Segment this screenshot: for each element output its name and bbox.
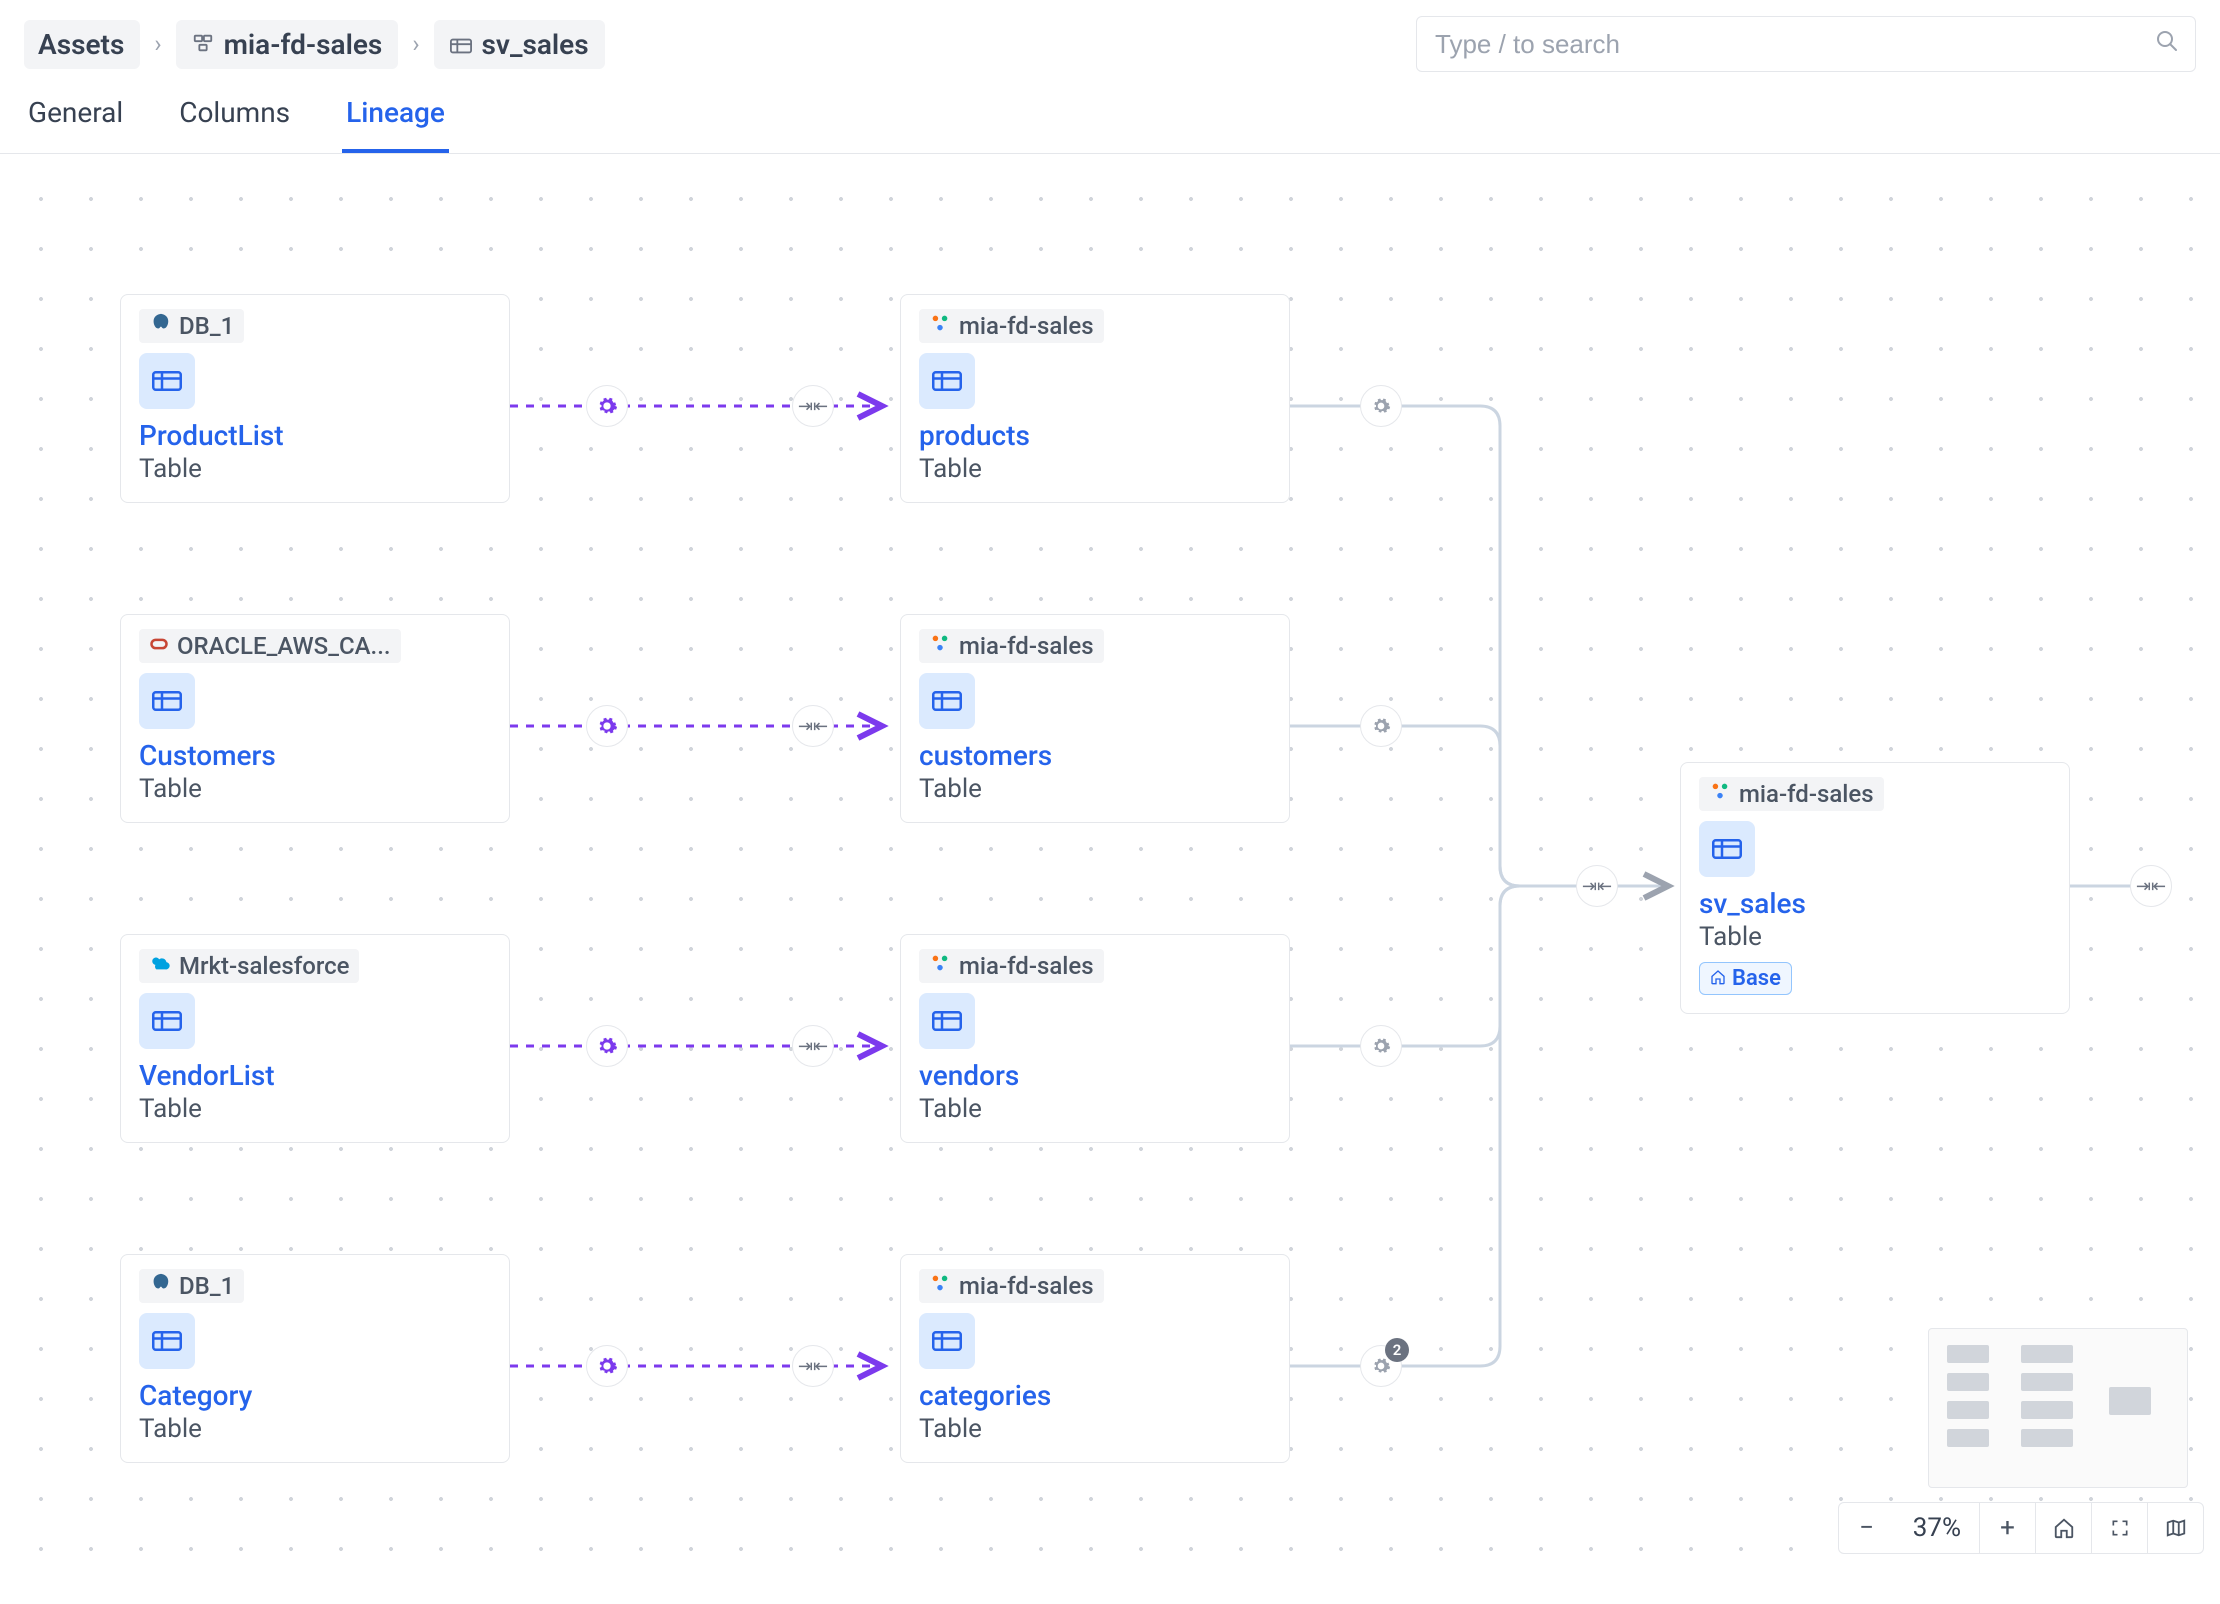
- node-title: products: [919, 419, 1271, 452]
- table-icon: [139, 353, 195, 409]
- home-button[interactable]: [2035, 1503, 2091, 1553]
- schema-color-icon: [1709, 780, 1731, 808]
- node-source-label: DB_1: [179, 312, 234, 340]
- chevron-right-icon: ›: [154, 30, 161, 58]
- join-icon[interactable]: ⇥⇤: [792, 1345, 834, 1387]
- count-badge: 2: [1385, 1338, 1409, 1362]
- lineage-node-productlist[interactable]: DB_1 ProductList Table: [120, 294, 510, 503]
- node-title: Category: [139, 1379, 491, 1412]
- breadcrumb: Assets › mia-fd-sales › sv_sales: [24, 20, 605, 69]
- join-icon[interactable]: ⇥⇤: [792, 705, 834, 747]
- node-source-label: mia-fd-sales: [959, 312, 1094, 340]
- search-box[interactable]: [1416, 16, 2196, 72]
- transform-gear-icon[interactable]: [586, 1345, 628, 1387]
- table-icon: [450, 28, 472, 61]
- breadcrumb-leaf[interactable]: sv_sales: [434, 20, 605, 69]
- lineage-node-customers-source[interactable]: ORACLE_AWS_CA... Customers Table: [120, 614, 510, 823]
- schema-color-icon: [929, 952, 951, 980]
- transform-gear-icon[interactable]: [586, 705, 628, 747]
- table-icon: [1699, 821, 1755, 877]
- tab-general[interactable]: General: [24, 80, 127, 153]
- node-title: ProductList: [139, 419, 491, 452]
- node-title: customers: [919, 739, 1271, 772]
- base-badge: Base: [1699, 962, 1792, 995]
- table-icon: [139, 993, 195, 1049]
- zoom-out-button[interactable]: −: [1839, 1503, 1895, 1553]
- transform-gear-icon[interactable]: [586, 1025, 628, 1067]
- schema-color-icon: [929, 312, 951, 340]
- pipeline-gear-icon[interactable]: [1360, 705, 1402, 747]
- table-icon: [919, 673, 975, 729]
- breadcrumb-leaf-label: sv_sales: [482, 28, 589, 61]
- lineage-node-category[interactable]: DB_1 Category Table: [120, 1254, 510, 1463]
- lineage-node-categories[interactable]: mia-fd-sales categories Table: [900, 1254, 1290, 1463]
- node-type: Table: [1699, 922, 2051, 952]
- oracle-icon: [149, 632, 169, 660]
- schema-color-icon: [929, 632, 951, 660]
- node-source-label: mia-fd-sales: [1739, 780, 1874, 808]
- node-type: Table: [919, 1094, 1271, 1124]
- base-badge-label: Base: [1732, 966, 1781, 991]
- node-source-label: mia-fd-sales: [959, 952, 1094, 980]
- node-source-label: mia-fd-sales: [959, 632, 1094, 660]
- pipeline-gear-icon[interactable]: [1360, 1025, 1402, 1067]
- table-icon: [139, 673, 195, 729]
- header-bar: Assets › mia-fd-sales › sv_sales: [0, 0, 2220, 80]
- expand-downstream-icon[interactable]: ⇥⇤: [2130, 865, 2172, 907]
- join-icon[interactable]: ⇥⇤: [792, 385, 834, 427]
- node-title: VendorList: [139, 1059, 491, 1092]
- node-title: vendors: [919, 1059, 1271, 1092]
- tab-lineage[interactable]: Lineage: [342, 80, 449, 153]
- lineage-node-sv-sales[interactable]: mia-fd-sales sv_sales Table Base: [1680, 762, 2070, 1014]
- search-icon: [2155, 29, 2179, 60]
- node-source-label: mia-fd-sales: [959, 1272, 1094, 1300]
- postgres-icon: [149, 312, 171, 340]
- lineage-node-customers[interactable]: mia-fd-sales customers Table: [900, 614, 1290, 823]
- schema-color-icon: [929, 1272, 951, 1300]
- node-type: Table: [139, 454, 491, 484]
- node-title: sv_sales: [1699, 887, 2051, 920]
- tabs: General Columns Lineage: [0, 80, 2220, 154]
- node-source-label: Mrkt-salesforce: [179, 952, 349, 980]
- fullscreen-button[interactable]: [2091, 1503, 2147, 1553]
- join-icon[interactable]: ⇥⇤: [792, 1025, 834, 1067]
- map-button[interactable]: [2147, 1503, 2203, 1553]
- pipeline-gear-icon[interactable]: [1360, 385, 1402, 427]
- lineage-node-products[interactable]: mia-fd-sales products Table: [900, 294, 1290, 503]
- breadcrumb-root[interactable]: Assets: [24, 20, 140, 69]
- transform-gear-icon[interactable]: [586, 385, 628, 427]
- node-source-label: ORACLE_AWS_CA...: [177, 632, 391, 660]
- home-icon: [1710, 966, 1726, 991]
- node-type: Table: [919, 1414, 1271, 1444]
- schema-icon: [192, 28, 214, 61]
- node-type: Table: [919, 774, 1271, 804]
- node-type: Table: [139, 774, 491, 804]
- node-type: Table: [919, 454, 1271, 484]
- node-type: Table: [139, 1094, 491, 1124]
- table-icon: [919, 993, 975, 1049]
- breadcrumb-mid-label: mia-fd-sales: [224, 28, 383, 61]
- node-title: Customers: [139, 739, 491, 772]
- node-title: categories: [919, 1379, 1271, 1412]
- breadcrumb-mid[interactable]: mia-fd-sales: [176, 20, 399, 69]
- minimap[interactable]: [1928, 1328, 2188, 1488]
- chevron-right-icon: ›: [412, 30, 419, 58]
- tab-columns[interactable]: Columns: [175, 80, 294, 153]
- lineage-node-vendorlist[interactable]: Mrkt-salesforce VendorList Table: [120, 934, 510, 1143]
- lineage-node-vendors[interactable]: mia-fd-sales vendors Table: [900, 934, 1290, 1143]
- search-input[interactable]: [1433, 28, 2155, 61]
- node-source-label: DB_1: [179, 1272, 234, 1300]
- table-icon: [919, 1313, 975, 1369]
- postgres-icon: [149, 1272, 171, 1300]
- table-icon: [139, 1313, 195, 1369]
- zoom-in-button[interactable]: +: [1979, 1503, 2035, 1553]
- zoom-toolbar: − 37% +: [1838, 1502, 2204, 1554]
- node-type: Table: [139, 1414, 491, 1444]
- pipeline-gear-icon[interactable]: 2: [1360, 1345, 1402, 1387]
- join-icon[interactable]: ⇥⇤: [1576, 865, 1618, 907]
- lineage-canvas[interactable]: ⇥⇤ ⇥⇤ ⇥⇤ ⇥⇤ 2 ⇥⇤ ⇥⇤ DB_1 ProductList Tab…: [0, 154, 2220, 1568]
- salesforce-icon: [149, 952, 171, 980]
- table-icon: [919, 353, 975, 409]
- zoom-level: 37%: [1895, 1513, 1979, 1543]
